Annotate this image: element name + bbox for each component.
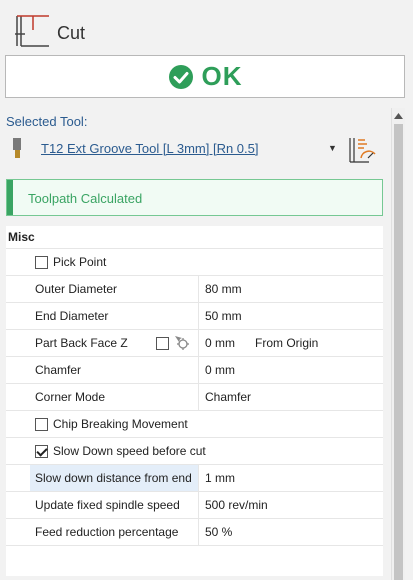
groove-tool-icon [13, 138, 21, 158]
scroll-up-arrow-icon[interactable] [392, 110, 405, 122]
chip-breaking-checkbox[interactable] [35, 418, 48, 431]
feed-reduction-label: Feed reduction percentage [35, 525, 179, 539]
slow-down-distance-field[interactable]: 1 mm [198, 465, 383, 491]
panel-header: Cut [0, 0, 413, 54]
category-misc: Misc [6, 226, 383, 249]
row-slow-down: Slow Down speed before cut [6, 438, 383, 465]
chip-breaking-label: Chip Breaking Movement [53, 417, 188, 431]
corner-mode-label: Corner Mode [35, 390, 106, 404]
chamfer-label: Chamfer [35, 363, 82, 377]
slow-down-checkbox[interactable] [35, 445, 48, 458]
part-back-face-z-checkbox[interactable] [156, 337, 169, 350]
status-banner: Toolpath Calculated [6, 179, 383, 216]
check-circle-icon [168, 64, 193, 89]
scroll-thumb[interactable] [394, 124, 403, 580]
ok-label: OK [201, 61, 243, 91]
row-pick-point: Pick Point [6, 249, 383, 276]
vertical-scrollbar[interactable] [391, 108, 405, 580]
outer-diameter-field[interactable]: 80 mm [198, 276, 383, 302]
property-grid: Misc Pick Point Outer Diameter 80 mm End… [6, 226, 383, 576]
tool-library-icon[interactable] [347, 136, 377, 164]
end-diameter-field[interactable]: 50 mm [198, 303, 383, 329]
update-spindle-value[interactable]: 500 rev/min [199, 498, 268, 512]
slow-down-label: Slow Down speed before cut [53, 444, 206, 458]
row-outer-diameter: Outer Diameter 80 mm [6, 276, 383, 303]
row-update-spindle: Update fixed spindle speed 500 rev/min [6, 492, 383, 519]
dropdown-arrow-icon[interactable]: ▼ [328, 143, 337, 153]
update-spindle-field[interactable]: 500 rev/min [198, 492, 383, 518]
ok-button[interactable]: OK [5, 55, 405, 98]
from-origin-label[interactable]: From Origin [255, 330, 318, 356]
feed-reduction-field[interactable]: 50 % [198, 519, 383, 545]
update-spindle-label: Update fixed spindle speed [35, 498, 180, 512]
pick-point-label: Pick Point [53, 255, 107, 269]
panel-title: Cut [57, 23, 86, 43]
status-text: Toolpath Calculated [28, 191, 143, 206]
part-back-face-z-value[interactable]: 0 mm [199, 336, 235, 350]
properties-panel: Selected Tool: T12 Ext Groove Tool [L 3m… [0, 108, 391, 580]
row-chamfer: Chamfer 0 mm [6, 357, 383, 384]
row-slow-down-distance: Slow down distance from end 1 mm [6, 465, 383, 492]
outer-diameter-value[interactable]: 80 mm [199, 282, 242, 296]
pick-point-checkbox[interactable] [35, 256, 48, 269]
pick-face-icon[interactable] [174, 335, 190, 351]
feed-reduction-value[interactable]: 50 % [199, 525, 232, 539]
status-accent-bar [7, 180, 13, 215]
slow-down-distance-value[interactable]: 1 mm [199, 471, 235, 485]
corner-mode-value[interactable]: Chamfer [199, 390, 251, 404]
chamfer-value[interactable]: 0 mm [199, 363, 235, 377]
end-diameter-value[interactable]: 50 mm [199, 309, 242, 323]
corner-mode-field[interactable]: Chamfer [198, 384, 383, 410]
tool-selector[interactable]: T12 Ext Groove Tool [L 3mm] [Rn 0.5] ▼ [6, 136, 386, 164]
row-feed-reduction: Feed reduction percentage 50 % [6, 519, 383, 546]
row-end-diameter: End Diameter 50 mm [6, 303, 383, 330]
slow-down-distance-label: Slow down distance from end [30, 465, 198, 491]
selected-tool-label: Selected Tool: [6, 114, 88, 129]
grid-empty-space [6, 546, 383, 576]
row-part-back-face-z: Part Back Face Z 0 mm From Origin [6, 330, 383, 357]
part-back-face-z-label: Part Back Face Z [35, 336, 128, 350]
outer-diameter-label: Outer Diameter [35, 282, 118, 296]
cut-operation-icon [15, 15, 49, 47]
row-chip-breaking: Chip Breaking Movement [6, 411, 383, 438]
chamfer-field[interactable]: 0 mm [198, 357, 383, 383]
end-diameter-label: End Diameter [35, 309, 109, 323]
tool-name-link[interactable]: T12 Ext Groove Tool [L 3mm] [Rn 0.5] [41, 141, 258, 156]
row-corner-mode: Corner Mode Chamfer [6, 384, 383, 411]
